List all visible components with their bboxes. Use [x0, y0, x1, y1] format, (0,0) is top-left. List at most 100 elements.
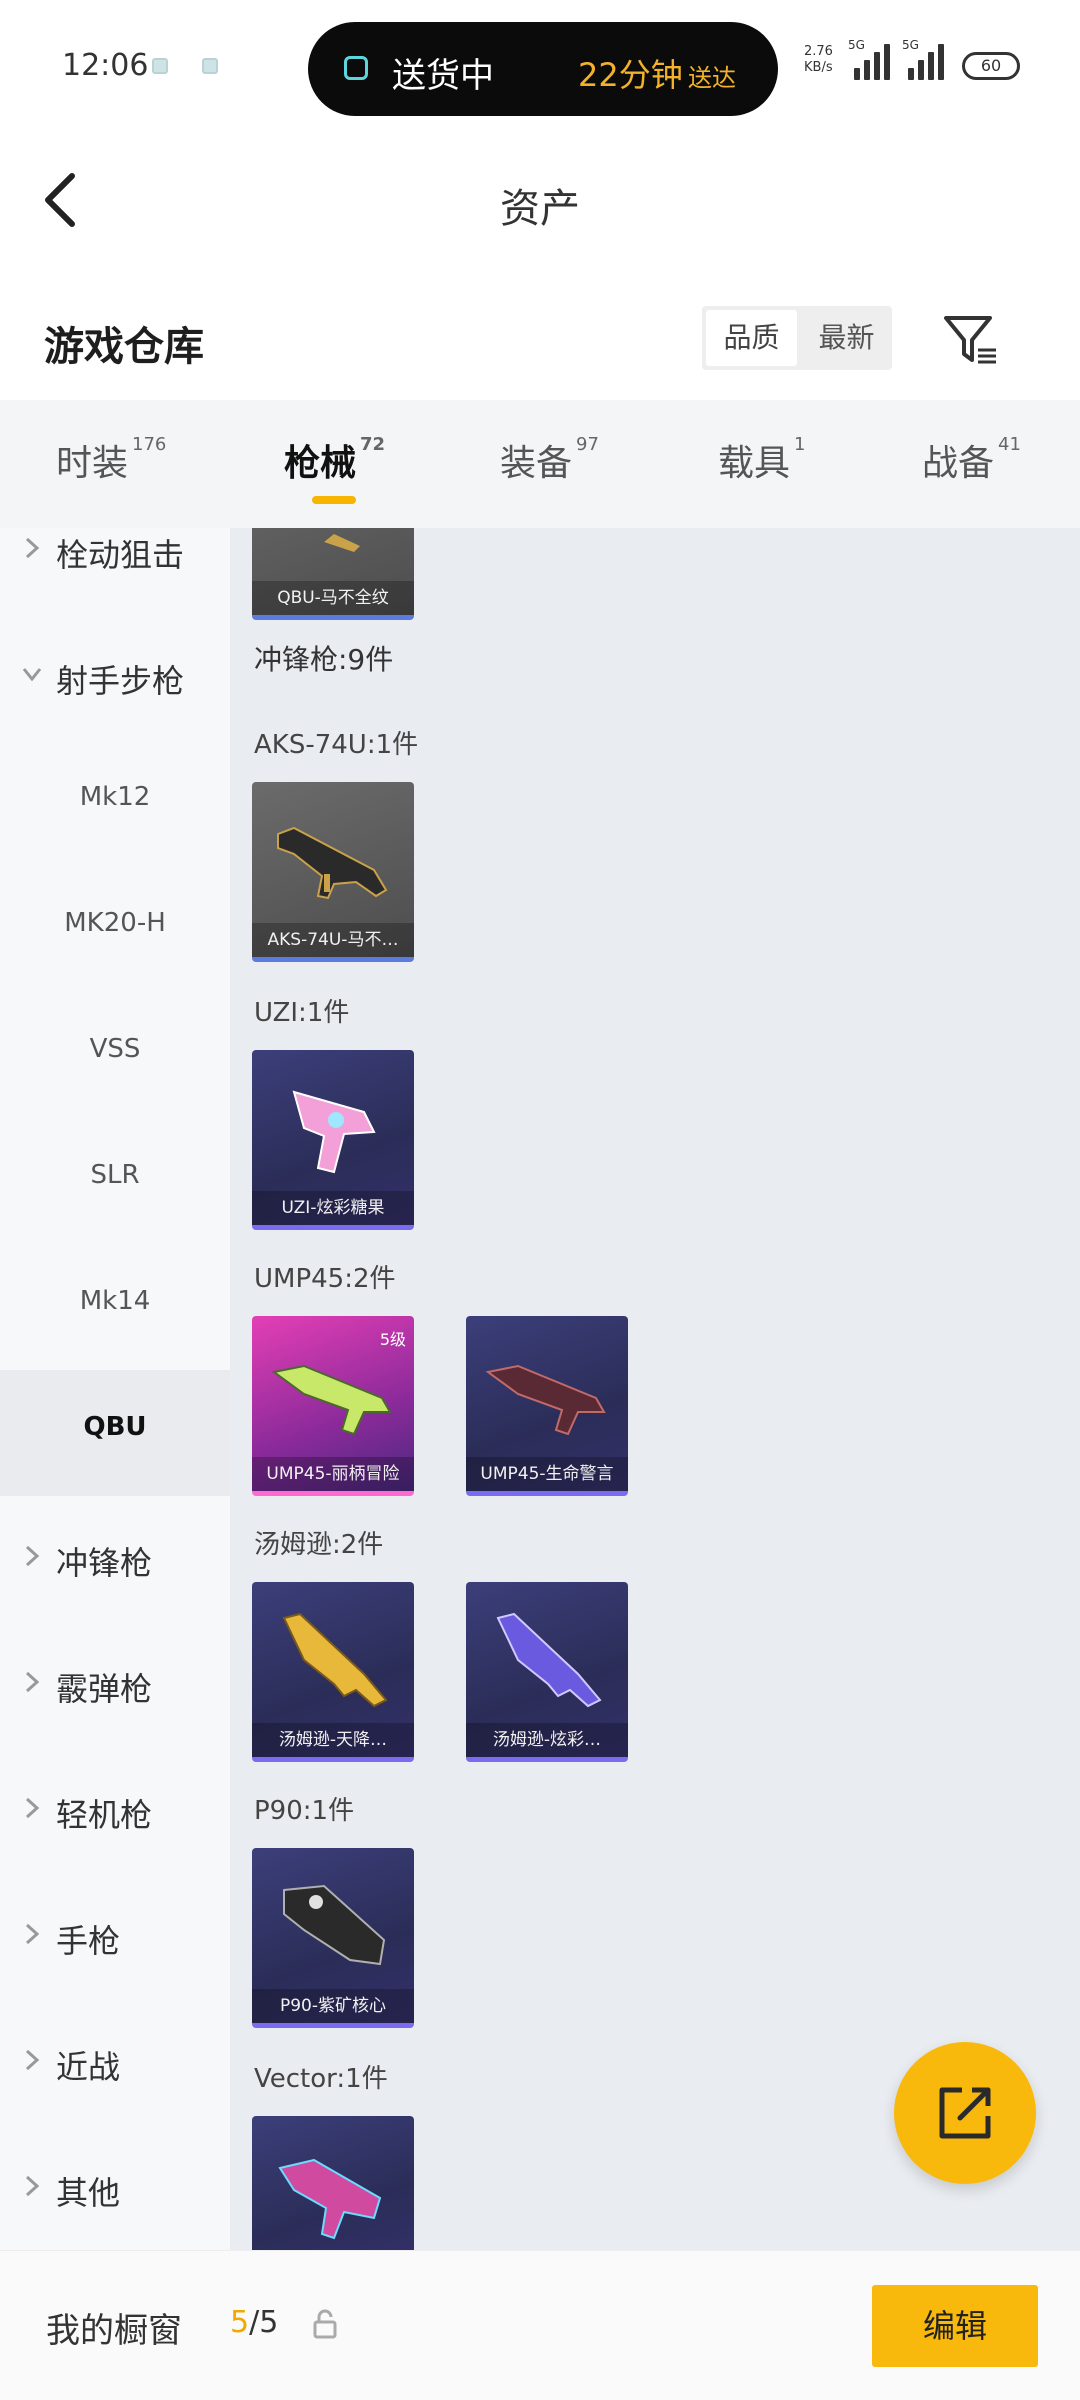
network-speed-unit: KB/s — [804, 60, 833, 75]
showcase-count: 5/5 — [230, 2305, 278, 2340]
sort-quality-button[interactable]: 品质 — [706, 310, 797, 366]
weapon-card-caption: UZI-炫彩糖果 — [252, 1191, 414, 1225]
notification-icon — [202, 58, 218, 74]
sidebar-item-label: 其他 — [56, 2174, 121, 2212]
sidebar-subitem-label: VSS — [89, 1034, 141, 1064]
sidebar-subitem-mk20h[interactable]: MK20-H — [0, 866, 230, 992]
tab-supplies[interactable]: 战备 41 — [922, 434, 1021, 486]
sidebar-item-label: 手枪 — [56, 1922, 121, 1960]
weapon-card[interactable]: 汤姆逊-天降… — [252, 1582, 414, 1762]
weapon-card[interactable] — [252, 2116, 414, 2250]
weapon-image — [277, 826, 388, 900]
delivery-icon — [344, 56, 368, 80]
group-title: P90:1件 — [254, 1796, 355, 1826]
sidebar-item-melee[interactable]: 近战 — [0, 2000, 230, 2126]
weapon-card-caption: QBU-马不全纹 — [252, 581, 414, 615]
sidebar-item-pistol[interactable]: 手枪 — [0, 1874, 230, 2000]
tab-fashion[interactable]: 时装 176 — [56, 434, 166, 486]
weapon-card[interactable]: UZI-炫彩糖果 — [252, 1050, 414, 1230]
chevron-right-icon — [25, 537, 40, 559]
network-speed-value: 2.76 — [804, 44, 833, 59]
tab-count: 1 — [794, 434, 806, 455]
page-title: 资产 — [500, 186, 580, 232]
weapon-card[interactable]: AKS-74U-马不… — [252, 782, 414, 962]
sidebar-subitem-label: QBU — [83, 1412, 147, 1442]
sidebar-subitem-label: MK20-H — [64, 908, 166, 938]
chevron-right-icon — [25, 1671, 40, 1693]
weapon-image — [485, 1364, 606, 1436]
tab-label: 时装 — [56, 443, 129, 484]
sidebar-subitem-vss[interactable]: VSS — [0, 992, 230, 1118]
tab-label: 枪械 — [284, 443, 357, 484]
warehouse-row: 游戏仓库 品质 最新 — [0, 270, 1080, 400]
delivery-eta: 22分钟 — [578, 56, 683, 94]
signal-label: 5G — [902, 38, 919, 52]
tab-vehicles[interactable]: 载具 1 — [718, 434, 805, 486]
weapon-card-qbu[interactable]: QBU-马不全纹 — [252, 528, 414, 620]
sidebar-item-label: 冲锋枪 — [56, 1544, 153, 1582]
weapon-content-list: QBU-马不全纹 冲锋枪:9件 AKS-74U:1件 AKS-74U-马不… U… — [230, 528, 1080, 2250]
group-title: 汤姆逊:2件 — [254, 1530, 384, 1560]
delivery-eta-suffix: 送达 — [688, 64, 736, 92]
section-title-smg: 冲锋枪:9件 — [254, 643, 394, 676]
network-speed: 2.76 KB/s — [804, 44, 833, 76]
sidebar-subitem-qbu[interactable]: QBU — [0, 1370, 230, 1496]
weapon-image — [292, 1090, 376, 1174]
weapon-image — [271, 1364, 392, 1436]
lock-icon — [313, 2309, 337, 2339]
sidebar-item-marksman-rifle[interactable]: 射手步枪 — [0, 614, 230, 740]
tab-count: 72 — [360, 434, 386, 455]
sidebar-subitem-slr[interactable]: SLR — [0, 1118, 230, 1244]
weapon-card[interactable]: P90-紫矿核心 — [252, 1848, 414, 2028]
weapon-card[interactable]: 5级 UMP45-丽柄冒险 — [252, 1316, 414, 1496]
weapon-image — [278, 2158, 382, 2240]
sidebar-subitem-label: Mk14 — [79, 1286, 151, 1316]
filter-icon — [944, 316, 996, 364]
weapon-image — [282, 1612, 388, 1708]
category-tabs: 时装 176 枪械 72 装备 97 载具 1 战备 41 — [0, 400, 1080, 528]
sidebar-item-label: 近战 — [56, 2048, 121, 2086]
sidebar-item-smg[interactable]: 冲锋枪 — [0, 1496, 230, 1622]
weapon-card-caption: UMP45-丽柄冒险 — [252, 1457, 414, 1491]
group-title: UZI:1件 — [254, 998, 350, 1028]
sidebar-item-other[interactable]: 其他 — [0, 2126, 230, 2250]
signal-icon: 5G — [902, 38, 946, 80]
tab-label: 装备 — [500, 443, 573, 484]
chevron-down-icon — [22, 668, 42, 682]
showcase-label: 我的橱窗 — [46, 2311, 182, 2351]
warehouse-title: 游戏仓库 — [44, 324, 204, 370]
weapon-card[interactable]: 汤姆逊-炫彩… — [466, 1582, 628, 1762]
tab-equipment[interactable]: 装备 97 — [500, 434, 599, 486]
notification-icon — [152, 58, 168, 74]
status-time: 12:06 — [62, 48, 149, 83]
edit-button[interactable]: 编辑 — [872, 2285, 1038, 2367]
sidebar-subitem-mk14[interactable]: Mk14 — [0, 1244, 230, 1370]
chevron-right-icon — [25, 1923, 40, 1945]
showcase-count-total: /5 — [249, 2305, 279, 2340]
sidebar-item-lmg[interactable]: 轻机枪 — [0, 1748, 230, 1874]
showcase-bar: 我的橱窗 5/5 编辑 — [0, 2250, 1080, 2400]
tab-firearms[interactable]: 枪械 72 — [284, 434, 385, 486]
filter-button[interactable] — [940, 310, 1000, 370]
sidebar-item-label: 射手步枪 — [56, 662, 185, 700]
tab-count: 41 — [998, 434, 1021, 455]
signal-label: 5G — [848, 38, 865, 52]
group-title: AKS-74U:1件 — [254, 730, 419, 760]
tab-count: 176 — [132, 434, 167, 455]
sidebar-subitem-mk12[interactable]: Mk12 — [0, 740, 230, 866]
sort-newest-button[interactable]: 最新 — [801, 306, 892, 370]
weapon-card[interactable]: UMP45-生命警言 — [466, 1316, 628, 1496]
dynamic-island-delivery[interactable]: 送货中 22分钟 送达 — [308, 22, 778, 116]
sidebar-item-label: 栓动狙击 — [56, 536, 185, 574]
active-tab-indicator — [312, 496, 356, 504]
sidebar-item-shotgun[interactable]: 霰弹枪 — [0, 1622, 230, 1748]
sidebar-item-bolt-sniper[interactable]: 栓动狙击 — [0, 528, 230, 614]
group-title: UMP45:2件 — [254, 1264, 396, 1294]
weapon-image — [283, 1884, 386, 1966]
chevron-right-icon — [25, 1545, 40, 1567]
top-header: 资产 — [0, 130, 1080, 270]
share-fab[interactable] — [894, 2042, 1036, 2184]
weapon-card-caption: UMP45-生命警言 — [466, 1457, 628, 1491]
weapon-category-sidebar: 栓动狙击 射手步枪 Mk12 MK20-H VSS SLR Mk14 QBU 冲… — [0, 528, 230, 2250]
tab-count: 97 — [576, 434, 599, 455]
